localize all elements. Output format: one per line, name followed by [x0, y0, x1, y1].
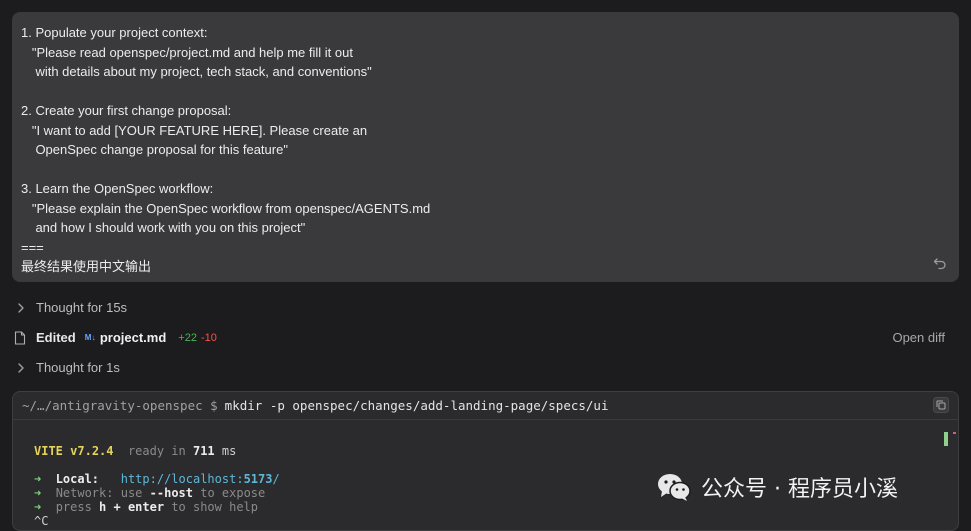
lines-added: +22	[178, 331, 197, 344]
network-label: Network:	[55, 486, 114, 500]
wechat-icon	[658, 474, 691, 501]
watermark: 公众号 · 程序员小溪	[657, 471, 898, 503]
terminal-scroll-marker	[953, 432, 956, 434]
vite-version: v7.2.4	[70, 444, 114, 458]
ctrl-c: ^C	[34, 514, 49, 528]
ready-label: ready in	[127, 444, 186, 458]
network-use: use	[120, 486, 143, 500]
arrow-icon: ➜	[34, 486, 42, 500]
help-rest: to show help	[171, 500, 259, 514]
local-url-host: http://localhost:	[120, 472, 244, 486]
ms-unit: ms	[221, 444, 237, 458]
markdown-icon: M↓	[84, 333, 96, 342]
lines-removed: -10	[200, 331, 217, 344]
terminal-command: mkdir -p openspec/changes/add-landing-pa…	[224, 398, 609, 413]
undo-icon[interactable]	[933, 256, 947, 270]
local-url[interactable]: http://localhost:5173/	[121, 472, 280, 486]
ready-ms: 711	[192, 444, 215, 458]
arrow-icon: ➜	[34, 472, 42, 486]
terminal-panel[interactable]: ~/…/antigravity-openspec $ mkdir -p open…	[12, 391, 959, 531]
vite-name: VITE	[34, 444, 63, 458]
edited-file-row[interactable]: Edited M↓ project.md +22 -10 Open diff	[14, 330, 959, 345]
local-url-port: 5173	[243, 472, 273, 486]
thought-toggle-1[interactable]: Thought for 15s	[14, 300, 127, 315]
thought-label: Thought for 15s	[36, 300, 128, 315]
open-diff-button[interactable]: Open diff	[892, 330, 945, 345]
local-url-slash: /	[272, 472, 280, 486]
edited-file-name[interactable]: project.md	[100, 330, 166, 345]
user-prompt-card: 1. Populate your project context: "Pleas…	[12, 12, 959, 282]
network-flag: --host	[149, 486, 193, 500]
copy-icon[interactable]	[933, 397, 949, 413]
user-prompt-text: 1. Populate your project context: "Pleas…	[21, 25, 431, 274]
terminal-scroll-indicator[interactable]	[944, 432, 948, 446]
watermark-text: 公众号 · 程序员小溪	[701, 477, 898, 502]
thought-label: Thought for 1s	[36, 360, 120, 375]
press-label: press	[55, 500, 92, 514]
chevron-right-icon	[18, 362, 24, 373]
edited-label: Edited	[36, 330, 76, 345]
terminal-cwd: ~/…/antigravity-openspec $	[22, 398, 218, 413]
chevron-right-icon	[18, 302, 24, 313]
terminal-output: VITE v7.2.4 ready in 711 ms ➜ Local: htt…	[34, 444, 280, 528]
help-key: h + enter	[99, 500, 165, 514]
thought-toggle-2[interactable]: Thought for 1s	[14, 360, 120, 375]
terminal-header: ~/…/antigravity-openspec $ mkdir -p open…	[13, 392, 958, 420]
local-label: Local:	[55, 472, 100, 486]
arrow-icon: ➜	[34, 500, 42, 514]
network-rest: to expose	[200, 486, 266, 500]
file-icon	[14, 330, 26, 345]
